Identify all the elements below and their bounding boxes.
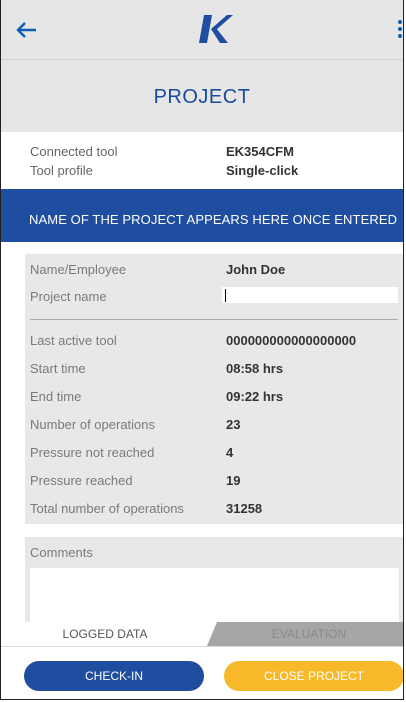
- stat-value: 000000000000000000: [226, 333, 357, 348]
- tab-logged-data[interactable]: LOGGED DATA: [1, 622, 217, 646]
- employee-value: John Doe: [226, 262, 286, 277]
- connected-tool-value: EK354CFM: [226, 144, 294, 159]
- stat-value: 08:58 hrs: [226, 361, 284, 376]
- tab-evaluation[interactable]: EVALUATION: [207, 622, 403, 646]
- project-details-panel: Name/Employee John Doe Project name Last…: [25, 254, 403, 524]
- brand-logo: [197, 14, 233, 44]
- project-name-banner: NAME OF THE PROJECT APPEARS HERE ONCE EN…: [1, 189, 403, 242]
- kebab-menu-icon[interactable]: [397, 20, 403, 40]
- stat-value: 19: [226, 473, 241, 488]
- arrow-left-icon[interactable]: [15, 18, 39, 42]
- tool-info: Connected tool EK354CFM Tool profile Sin…: [30, 144, 400, 182]
- action-bar: CHECK-IN CLOSE PROJECT: [1, 646, 403, 699]
- app-screen: PROJECT Connected tool EK354CFM Tool pro…: [0, 0, 404, 700]
- stat-value: 23: [226, 417, 241, 432]
- stat-label: Pressure not reached: [30, 445, 155, 460]
- title-area: PROJECT: [1, 60, 403, 132]
- check-in-button[interactable]: CHECK-IN: [24, 661, 204, 691]
- stat-label: Start time: [30, 361, 86, 376]
- divider: [30, 319, 398, 320]
- tab-evaluation-label: EVALUATION: [271, 627, 347, 641]
- page-title: PROJECT: [153, 86, 251, 108]
- stat-value: 09:22 hrs: [226, 389, 284, 404]
- tool-profile-label: Tool profile: [30, 163, 93, 178]
- stat-value: 31258: [226, 501, 263, 516]
- tab-bar: LOGGED DATA EVALUATION: [1, 622, 403, 646]
- text-cursor: [225, 289, 226, 302]
- stat-label: Pressure reached: [30, 473, 133, 488]
- stat-label: Total number of operations: [30, 501, 184, 516]
- tab-logged-data-label: LOGGED DATA: [62, 627, 148, 641]
- comments-label: Comments: [30, 545, 93, 560]
- stat-label: End time: [30, 389, 82, 404]
- project-name-label: Project name: [30, 289, 107, 304]
- tool-profile-value: Single-click: [226, 163, 299, 178]
- banner-text: NAME OF THE PROJECT APPEARS HERE ONCE EN…: [29, 212, 398, 227]
- close-project-button[interactable]: CLOSE PROJECT: [224, 661, 403, 691]
- stat-label: Last active tool: [30, 333, 117, 348]
- top-bar: [1, 0, 403, 60]
- stat-value: 4: [226, 445, 234, 460]
- stat-label: Number of operations: [30, 417, 156, 432]
- employee-label: Name/Employee: [30, 262, 127, 277]
- connected-tool-label: Connected tool: [30, 144, 118, 159]
- project-name-input[interactable]: [222, 287, 398, 303]
